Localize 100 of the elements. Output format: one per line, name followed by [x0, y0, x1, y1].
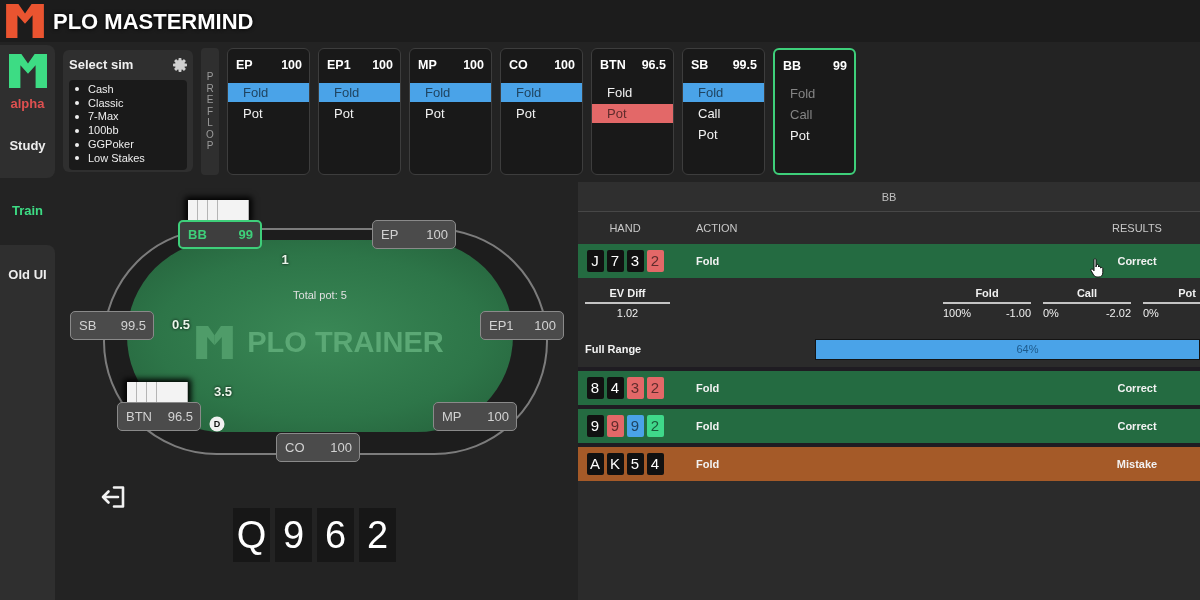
seat-stack: 99	[238, 225, 253, 244]
action-option[interactable]: Pot	[683, 125, 764, 144]
stack-size: 100	[372, 57, 393, 74]
strategy-action: Call	[1076, 286, 1098, 300]
logo-icon	[8, 51, 47, 91]
nav-item[interactable]: Study	[0, 125, 55, 178]
stack-size: 96.5	[641, 57, 666, 74]
position-card[interactable]: CO 100 Fold Pot	[500, 48, 583, 175]
seat-stack: 100	[487, 407, 509, 426]
seat-position: SB	[79, 316, 97, 335]
result-row[interactable]: 9 9 9 2 Fold Correct	[578, 409, 1200, 443]
action-option[interactable]: Call	[683, 104, 764, 123]
result-row[interactable]: J 7 3 2 Fold Correct	[578, 244, 1200, 278]
bullet-icon	[75, 142, 79, 147]
seat-stack: 100	[330, 438, 352, 457]
sim-option: GGPoker	[88, 138, 134, 152]
action-option[interactable]: Pot	[592, 104, 673, 123]
settings-icon[interactable]	[173, 57, 187, 72]
playing-card: A	[586, 453, 604, 475]
bullet-icon	[75, 87, 79, 92]
range-bar: 64%	[815, 339, 1200, 360]
range-label: Full Range	[585, 342, 643, 358]
action-option[interactable]: Fold	[228, 83, 309, 102]
action-option[interactable]: Pot	[775, 126, 854, 145]
position-card[interactable]: MP 100 Fold Pot	[409, 48, 492, 175]
bullet-icon	[75, 101, 79, 106]
position-name: EP1	[327, 57, 351, 74]
stack-size: 99.5	[732, 57, 757, 74]
playing-card: 2	[646, 415, 664, 437]
hole-card: 6	[317, 508, 354, 562]
position-name: BB	[783, 58, 802, 75]
nav-item[interactable]: Old UI	[0, 245, 55, 600]
action-ev: -1.00	[1005, 307, 1031, 320]
bet-amount: 0.5	[171, 316, 191, 335]
stack-size: 99	[833, 58, 847, 75]
position-name: EP	[236, 57, 253, 74]
ev-diff-value: 1.02	[616, 307, 639, 320]
position-name: SB	[691, 57, 709, 74]
seat-position: MP	[442, 407, 462, 426]
bullet-icon	[75, 128, 79, 133]
position-card[interactable]: EP1 100 Fold Pot	[318, 48, 401, 175]
position-card[interactable]: SB 99.5 Fold Call Pot	[682, 48, 765, 175]
result-text: Mistake	[1116, 456, 1158, 472]
action-option[interactable]: Fold	[319, 83, 400, 102]
action-text: Fold	[696, 456, 720, 472]
action-option[interactable]: Pot	[410, 104, 491, 123]
position-name: MP	[418, 57, 437, 74]
sim-option: Low Stakes	[88, 151, 145, 165]
action-option[interactable]: Fold	[683, 83, 764, 102]
bet-amount: 3.5	[213, 383, 233, 402]
exit-icon[interactable]	[100, 485, 126, 509]
seat-position: CO	[285, 438, 305, 457]
sim-option: 100bb	[88, 124, 119, 138]
result-row[interactable]: A K 5 4 Fold Mistake	[578, 447, 1200, 481]
action-frequency: 100%	[943, 307, 972, 320]
seat-stack: 96.5	[167, 407, 193, 426]
logo-icon	[196, 325, 234, 359]
playing-card: 2	[646, 250, 664, 272]
seat-position: EP	[381, 225, 399, 244]
playing-card: J	[586, 250, 604, 272]
playing-card: 4	[606, 377, 624, 399]
action-option[interactable]: Fold	[410, 83, 491, 102]
seat-position: BTN	[126, 407, 152, 426]
stack-size: 100	[463, 57, 484, 74]
ev-diff-label: EV Diff	[609, 286, 646, 300]
action-text: Fold	[696, 380, 720, 396]
hole-card: 9	[275, 508, 312, 562]
seat-stack: 99.5	[120, 316, 146, 335]
action-option[interactable]: Pot	[319, 104, 400, 123]
nav-item[interactable]: Train	[0, 178, 55, 245]
action-ev: -2.02	[1105, 307, 1131, 320]
result-row[interactable]: 8 4 3 2 Fold Correct	[578, 371, 1200, 405]
hole-card: 2	[359, 508, 396, 562]
street-label: PREFLOP	[205, 71, 215, 152]
strategy-action: Fold	[975, 286, 999, 300]
action-frequency: 0%	[1143, 307, 1159, 320]
sim-option: 7-Max	[88, 110, 119, 124]
seat-stack: 100	[534, 316, 556, 335]
position-card[interactable]: BTN 96.5 Fold Pot	[591, 48, 674, 175]
pointer-cursor-icon	[1090, 258, 1105, 278]
seat-stack: 100	[426, 225, 448, 244]
action-option[interactable]: Fold	[592, 83, 673, 102]
column-header: ACTION	[696, 220, 738, 236]
bet-amount: 1	[281, 251, 289, 270]
result-text: Correct	[1117, 418, 1157, 434]
playing-card: 5	[626, 453, 644, 475]
playing-card: 3	[626, 377, 644, 399]
playing-card: 2	[646, 377, 664, 399]
action-option[interactable]: Pot	[501, 104, 582, 123]
stack-size: 100	[281, 57, 302, 74]
bullet-icon	[75, 115, 79, 119]
column-header: RESULTS	[1112, 220, 1162, 236]
sim-option: Classic	[88, 96, 124, 110]
action-text: Fold	[696, 253, 720, 269]
action-option[interactable]: Fold	[501, 83, 582, 102]
hole-card: Q	[233, 508, 270, 562]
action-option[interactable]: Pot	[228, 104, 309, 123]
position-card[interactable]: EP 100 Fold Pot	[227, 48, 310, 175]
action-frequency: 0%	[1043, 307, 1059, 320]
bullet-icon	[75, 156, 79, 161]
